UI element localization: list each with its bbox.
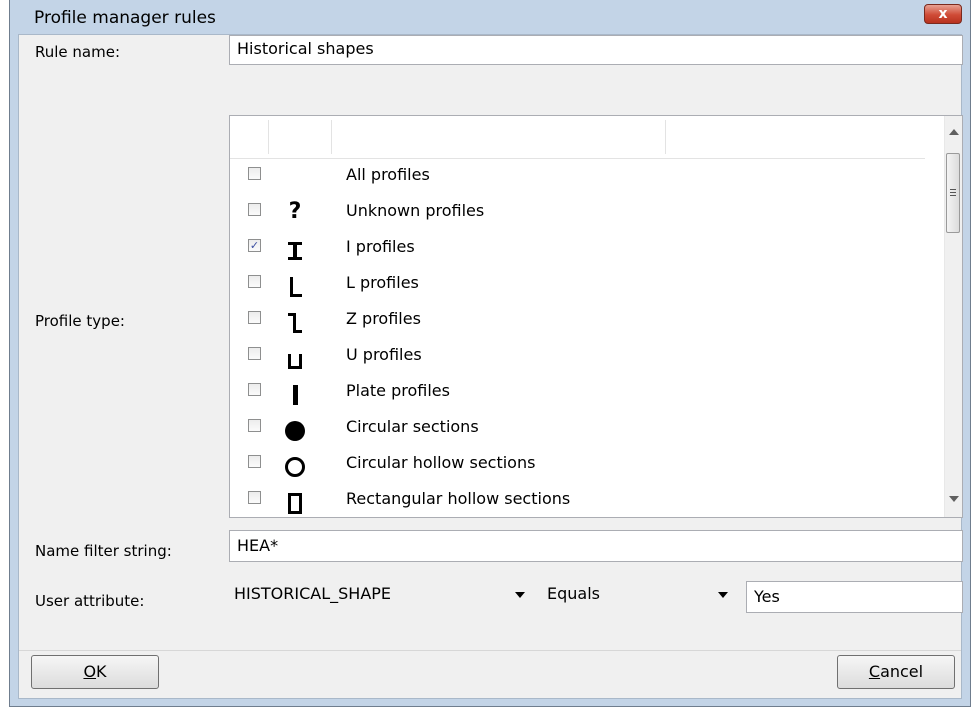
z-shape-icon <box>282 312 308 334</box>
profile-checkbox[interactable] <box>248 383 261 396</box>
header-column-name[interactable] <box>332 120 666 154</box>
user-attribute-value: HISTORICAL_SHAPE <box>234 584 392 603</box>
list-item[interactable]: Circular sections <box>230 415 925 451</box>
operator-value: Equals <box>547 584 600 603</box>
ok-label-rest: K <box>96 662 107 681</box>
filled-circle-icon <box>282 420 308 442</box>
list-item[interactable]: Plate profiles <box>230 379 925 415</box>
rule-name-label: Rule name: <box>35 43 121 61</box>
list-header <box>230 116 925 159</box>
list-item-label: Z profiles <box>346 309 421 328</box>
operator-select[interactable]: Equals <box>542 579 737 609</box>
separator <box>19 650 961 651</box>
scroll-down-arrow-icon[interactable] <box>949 496 959 502</box>
question-mark-icon: ? <box>288 199 302 224</box>
profile-checkbox[interactable] <box>248 455 261 468</box>
profile-checkbox[interactable] <box>248 203 261 216</box>
close-button[interactable]: x <box>924 4 962 24</box>
list-item[interactable]: ✓ I profiles <box>230 235 925 271</box>
list-item[interactable]: All profiles <box>230 163 925 199</box>
profile-checkbox[interactable] <box>248 347 261 360</box>
rule-name-input[interactable]: Historical shapes <box>229 35 963 65</box>
name-filter-input[interactable]: HEA* <box>229 530 963 562</box>
ok-button[interactable]: OK <box>31 655 159 689</box>
profile-checkbox[interactable] <box>248 167 261 180</box>
window-title: Profile manager rules <box>34 8 216 28</box>
list-item[interactable]: Circular hollow sections <box>230 451 925 487</box>
list-item[interactable]: U profiles <box>230 343 925 379</box>
attribute-value-input[interactable]: Yes <box>746 581 963 613</box>
profile-checkbox[interactable] <box>248 275 261 288</box>
profile-type-list[interactable]: All profiles? Unknown profiles ✓ I profiles… <box>229 115 963 518</box>
scroll-thumb[interactable] <box>946 153 960 233</box>
list-item-label: Unknown profiles <box>346 201 485 220</box>
vertical-scrollbar[interactable] <box>944 116 962 517</box>
list-item[interactable]: ? Unknown profiles <box>230 199 925 235</box>
i-beam-icon <box>282 240 308 262</box>
user-attribute-label: User attribute: <box>35 592 145 610</box>
list-item-label: Circular sections <box>346 417 479 436</box>
u-shape-icon <box>282 348 308 370</box>
list-item-label: L profiles <box>346 273 419 292</box>
dialog-client-area: Rule name: Historical shapes Profile typ… <box>18 34 963 699</box>
hollow-circle-icon <box>282 456 308 478</box>
close-icon: x <box>938 6 948 22</box>
dialog-window: Profile manager rules x Rule name: Histo… <box>9 0 971 707</box>
cancel-label-rest: ancel <box>880 662 924 681</box>
profile-checkbox[interactable]: ✓ <box>248 239 261 252</box>
name-filter-label: Name filter string: <box>35 542 172 560</box>
list-item[interactable]: Rectangular hollow sections <box>230 487 925 517</box>
list-item-label: I profiles <box>346 237 415 256</box>
list-item-label: All profiles <box>346 165 430 184</box>
l-shape-icon <box>282 276 308 298</box>
cancel-mnemonic: C <box>868 662 881 681</box>
scroll-up-arrow-icon[interactable] <box>949 129 959 135</box>
hollow-rectangle-icon <box>282 492 308 514</box>
profile-checkbox[interactable] <box>248 311 261 324</box>
profile-type-label: Profile type: <box>35 312 125 330</box>
ok-mnemonic: O <box>83 662 97 681</box>
header-column-icon[interactable] <box>269 120 332 154</box>
cancel-button[interactable]: Cancel <box>837 655 955 689</box>
profile-checkbox[interactable] <box>248 491 261 504</box>
list-item-label: Rectangular hollow sections <box>346 489 571 508</box>
title-bar[interactable]: Profile manager rules x <box>10 0 970 34</box>
header-column-check[interactable] <box>230 120 269 154</box>
profile-checkbox[interactable] <box>248 419 261 432</box>
list-item-label: U profiles <box>346 345 422 364</box>
empty-icon-cell <box>282 168 308 190</box>
chevron-down-icon <box>515 592 525 598</box>
chevron-down-icon <box>718 592 728 598</box>
list-item[interactable]: Z profiles <box>230 307 925 343</box>
list-item-label: Circular hollow sections <box>346 453 536 472</box>
list-item-label: Plate profiles <box>346 381 450 400</box>
list-item[interactable]: L profiles <box>230 271 925 307</box>
user-attribute-select[interactable]: HISTORICAL_SHAPE <box>229 579 534 609</box>
plate-bar-icon <box>282 384 308 406</box>
